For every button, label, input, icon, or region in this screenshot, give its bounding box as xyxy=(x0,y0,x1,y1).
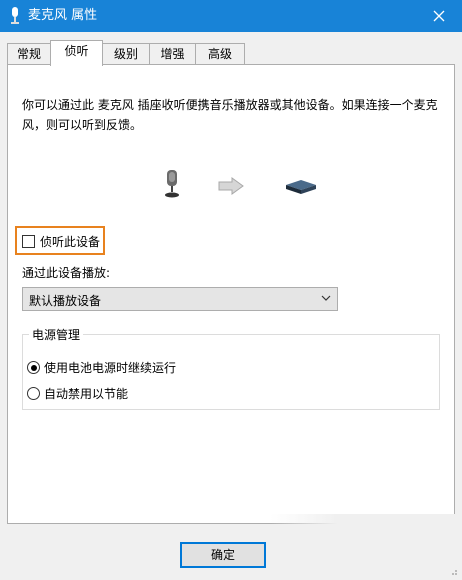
playback-device-label: 通过此设备播放: xyxy=(22,266,111,280)
tab-listen[interactable]: 侦听 xyxy=(50,40,103,66)
radio-label: 自动禁用以节能 xyxy=(44,387,129,401)
resize-grip-icon[interactable] xyxy=(448,566,458,576)
arrow-right-icon xyxy=(218,177,244,195)
microphone-icon xyxy=(11,7,19,24)
checkbox-box[interactable] xyxy=(22,235,35,248)
close-button[interactable] xyxy=(416,0,462,32)
listen-description: 你可以通过此 麦克风 插座收听便携音乐播放器或其他设备。如果连接一个麦克风，则可… xyxy=(22,98,438,132)
tab-levels[interactable]: 级别 xyxy=(102,43,150,64)
window-title: 麦克风 属性 xyxy=(28,8,98,23)
listen-panel: 你可以通过此 麦克风 插座收听便携音乐播放器或其他设备。如果连接一个麦克风，则可… xyxy=(7,64,455,524)
tab-enhancements[interactable]: 增强 xyxy=(149,43,196,64)
tab-general[interactable]: 常规 xyxy=(7,43,51,64)
radio-indicator[interactable] xyxy=(27,361,40,374)
radio-indicator[interactable] xyxy=(27,387,40,400)
radio-auto-disable[interactable]: 自动禁用以节能 xyxy=(27,385,128,402)
close-icon xyxy=(433,10,445,22)
radio-label: 使用电池电源时继续运行 xyxy=(44,361,177,375)
listen-to-device-label: 侦听此设备 xyxy=(40,235,101,249)
listen-to-device-checkbox[interactable]: 侦听此设备 xyxy=(22,233,100,250)
title-bar: 麦克风 属性 xyxy=(0,0,462,32)
bottom-fade-overlay xyxy=(270,514,462,580)
ok-button[interactable]: 确定 xyxy=(180,542,266,568)
radio-continue-on-battery[interactable]: 使用电池电源时继续运行 xyxy=(27,359,176,376)
playback-device-value: 默认播放设备 xyxy=(29,294,102,308)
microphone-icon xyxy=(165,170,179,198)
power-management-group: 电源管理 使用电池电源时继续运行 自动禁用以节能 xyxy=(22,326,440,410)
power-management-legend: 电源管理 xyxy=(29,326,84,343)
tab-advanced[interactable]: 高级 xyxy=(195,43,245,64)
tab-strip: 常规 侦听 级别 增强 高级 xyxy=(7,40,455,66)
playback-device-select[interactable]: 默认播放设备 xyxy=(22,287,338,311)
chevron-down-icon xyxy=(321,295,331,301)
speaker-device-icon xyxy=(286,180,316,194)
